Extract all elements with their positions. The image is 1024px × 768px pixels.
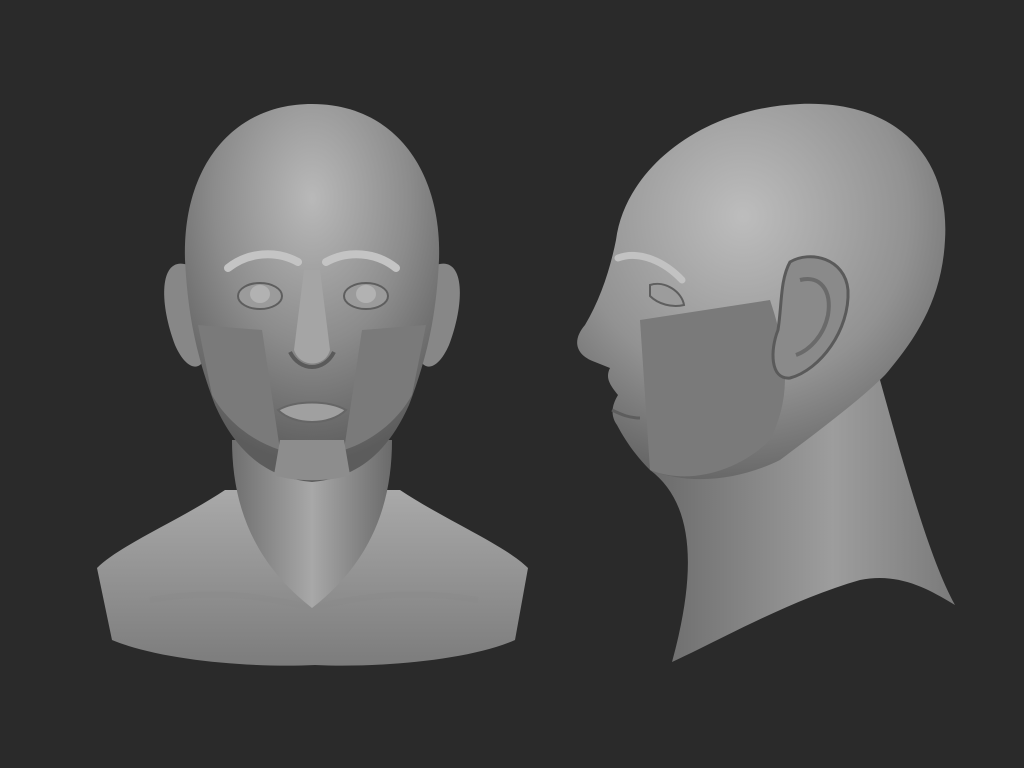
- front-chin: [274, 440, 350, 481]
- render-viewport: [0, 0, 1024, 768]
- sculpt-render-canvas: [97, 103, 955, 666]
- front-view-bust: [97, 104, 528, 666]
- side-profile-bust: [577, 103, 955, 662]
